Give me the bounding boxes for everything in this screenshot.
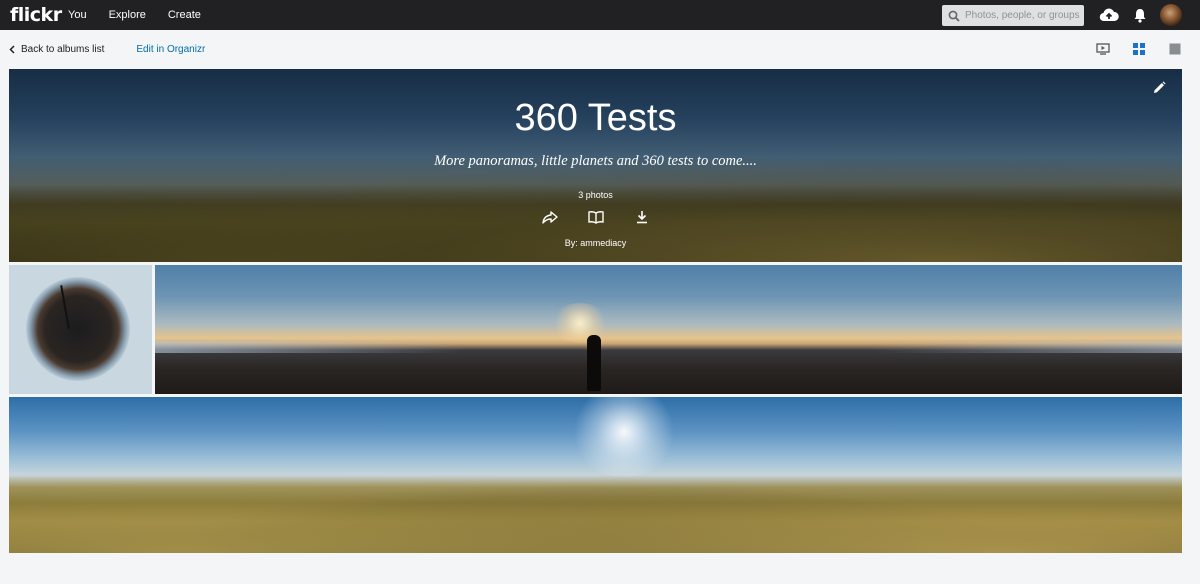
book-icon[interactable] bbox=[585, 208, 607, 226]
nav-link-explore[interactable]: Explore bbox=[109, 9, 146, 21]
album-actions bbox=[9, 208, 1182, 226]
back-to-albums-link[interactable]: Back to albums list bbox=[9, 44, 104, 55]
nav-link-you[interactable]: You bbox=[68, 9, 87, 21]
album-header-banner: 360 Tests More panoramas, little planets… bbox=[9, 69, 1182, 262]
nav-link-create[interactable]: Create bbox=[168, 9, 201, 21]
back-label: Back to albums list bbox=[21, 43, 105, 55]
download-icon[interactable] bbox=[631, 208, 653, 226]
share-icon[interactable] bbox=[539, 208, 561, 226]
album-description: More panoramas, little planets and 360 t… bbox=[434, 153, 757, 169]
nav-right-group bbox=[942, 0, 1200, 30]
photo-count: 3 photos bbox=[578, 190, 613, 200]
upload-cloud-icon[interactable] bbox=[1098, 4, 1120, 26]
notification-bell-icon[interactable] bbox=[1129, 4, 1151, 26]
album-owner-byline: By: ammediacy bbox=[564, 238, 627, 248]
slideshow-icon[interactable] bbox=[1096, 42, 1110, 56]
view-mode-switcher bbox=[1074, 42, 1182, 56]
search-input[interactable] bbox=[942, 4, 1084, 26]
album-subnav: Back to albums list Edit in Organizr bbox=[0, 30, 1200, 68]
album-title: 360 Tests bbox=[514, 97, 677, 139]
avatar[interactable] bbox=[1160, 4, 1182, 26]
photo-beach-panorama[interactable] bbox=[155, 265, 1182, 394]
edit-in-organizr-link[interactable]: Edit in Organizr bbox=[136, 44, 205, 55]
flickr-logo[interactable]: flickr bbox=[10, 4, 68, 26]
photo-dunes-panorama[interactable] bbox=[9, 397, 1182, 553]
grid-view-icon[interactable] bbox=[1132, 42, 1146, 56]
single-view-icon[interactable] bbox=[1168, 42, 1182, 56]
photo-little-planet[interactable] bbox=[9, 265, 152, 394]
search-box bbox=[942, 4, 1084, 27]
top-navigation-bar: flickr You Explore Create bbox=[0, 0, 1200, 30]
chevron-left-icon bbox=[9, 44, 15, 54]
search-icon[interactable] bbox=[948, 9, 960, 27]
